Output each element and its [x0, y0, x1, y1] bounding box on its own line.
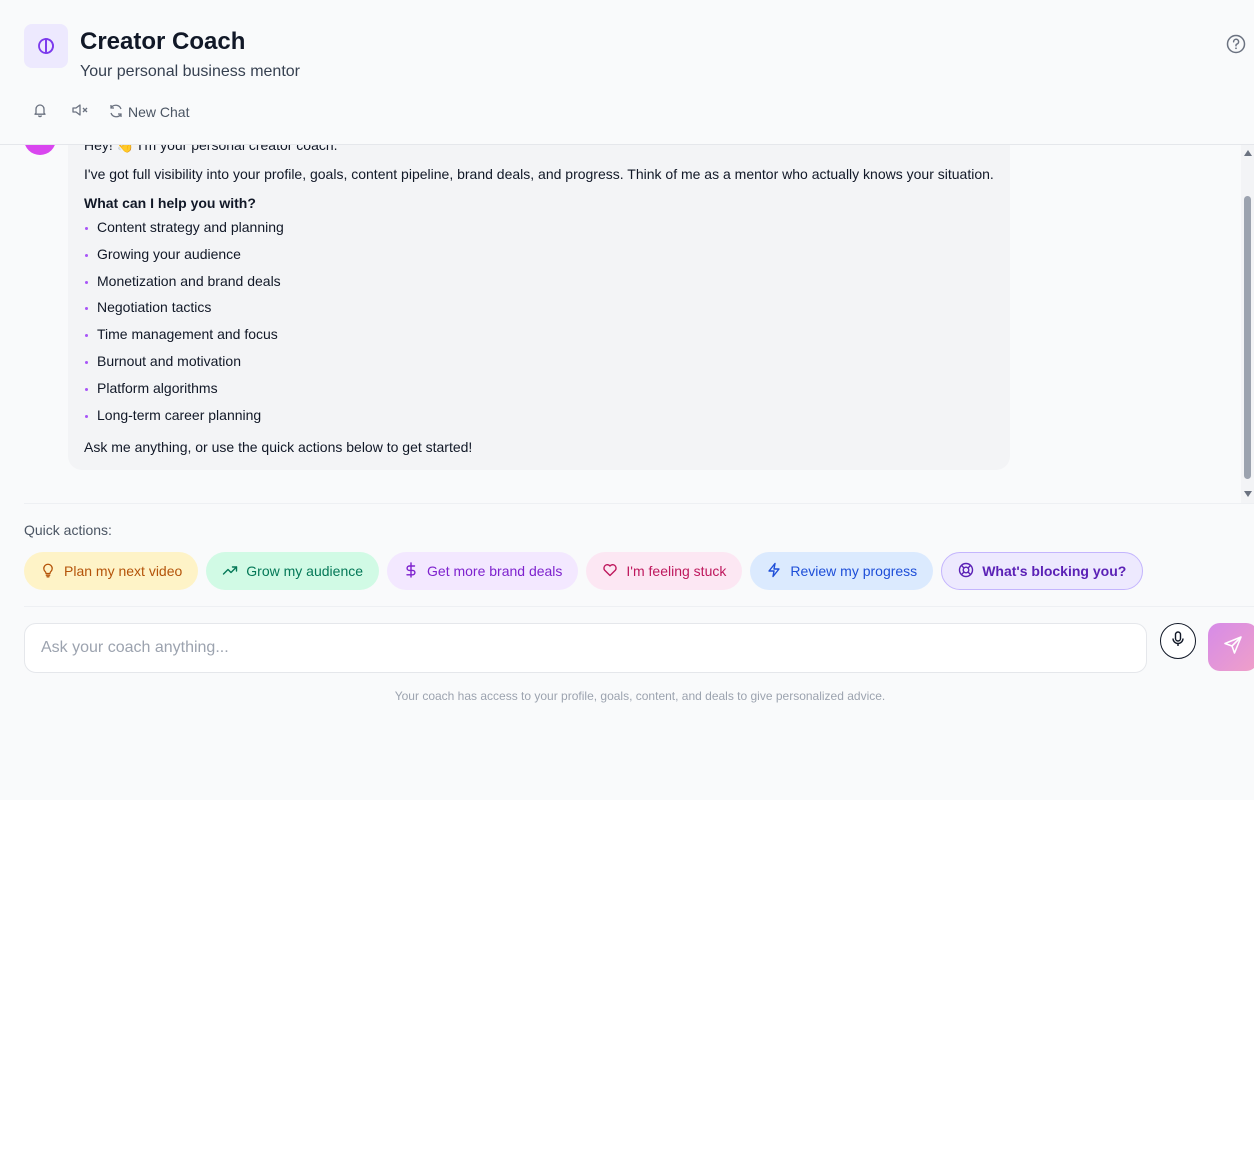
logo-icon: [24, 24, 68, 68]
divider: [24, 606, 1254, 607]
quick-action-brand-deals[interactable]: Get more brand deals: [387, 552, 579, 590]
mute-button[interactable]: [64, 98, 96, 126]
page-title: Creator Coach: [80, 28, 246, 55]
quick-action-review-progress[interactable]: Review my progress: [750, 552, 934, 590]
dollar-icon: [403, 561, 419, 581]
scroll-up-arrow-icon[interactable]: [1244, 150, 1252, 156]
refresh-icon: [108, 103, 124, 122]
scroll-down-arrow-icon[interactable]: [1244, 491, 1252, 497]
chat-messages: Hey! 👋 I'm your personal creator coach. …: [0, 145, 1254, 503]
mic-icon: [1171, 630, 1185, 652]
quick-action-plan-video[interactable]: Plan my next video: [24, 552, 199, 590]
scrollbar-thumb[interactable]: [1244, 196, 1251, 479]
header: Creator Coach Your personal business men…: [0, 0, 1254, 145]
lightning-icon: [766, 562, 782, 581]
creator-coach-app: Creator Coach Your personal business men…: [0, 0, 1254, 800]
page-subtitle: Your personal business mentor: [80, 63, 300, 80]
composer-footnote: Your coach has access to your profile, g…: [394, 689, 886, 703]
list-item: Negotiation tactics: [84, 297, 284, 324]
message-intro: I've got full visibility into your profi…: [84, 166, 994, 182]
send-button[interactable]: [1208, 623, 1254, 671]
quick-action-label: What's blocking you?: [982, 563, 1127, 579]
quick-actions: Plan my next video Grow my audience Get …: [24, 552, 1144, 590]
quick-action-label: Plan my next video: [64, 563, 183, 579]
message-outro: Ask me anything, or use the quick action…: [84, 439, 473, 455]
list-item: Content strategy and planning: [84, 217, 284, 244]
send-icon: [1223, 635, 1243, 660]
quick-action-label: Get more brand deals: [427, 563, 563, 579]
assistant-message: Hey! 👋 I'm your personal creator coach. …: [68, 145, 1010, 470]
quick-action-whats-blocking[interactable]: What's blocking you?: [941, 552, 1144, 590]
header-toolbar: New Chat: [24, 98, 189, 126]
trending-up-icon: [222, 562, 238, 581]
list-item: Monetization and brand deals: [84, 271, 284, 298]
list-item: Long-term career planning: [84, 405, 284, 432]
list-item: Platform algorithms: [84, 378, 284, 405]
list-item: Burnout and motivation: [84, 351, 284, 378]
new-chat-label: New Chat: [128, 104, 190, 120]
divider: [24, 503, 1254, 504]
lightbulb-icon: [40, 562, 56, 581]
lifebuoy-icon: [958, 562, 974, 581]
heart-icon: [602, 562, 618, 581]
quick-actions-label: Quick actions:: [24, 522, 112, 538]
quick-action-label: Grow my audience: [246, 563, 364, 579]
bell-icon: [32, 102, 48, 123]
list-item: Time management and focus: [84, 324, 284, 351]
volume-mute-icon: [71, 102, 89, 123]
quick-action-feeling-stuck[interactable]: I'm feeling stuck: [586, 552, 743, 590]
help-circle-icon[interactable]: [1226, 34, 1246, 54]
message-help-heading: What can I help you with?: [84, 195, 256, 211]
new-chat-button[interactable]: New Chat: [108, 98, 189, 126]
topic-list: Content strategy and planning Growing yo…: [84, 217, 284, 431]
quick-action-grow-audience[interactable]: Grow my audience: [206, 552, 380, 590]
notifications-button[interactable]: [24, 98, 56, 126]
message-input[interactable]: [24, 623, 1147, 673]
avatar: [24, 145, 56, 155]
message-greeting: Hey! 👋 I'm your personal creator coach.: [84, 145, 338, 153]
chat-scrollbar[interactable]: [1241, 145, 1254, 503]
quick-action-label: I'm feeling stuck: [626, 563, 727, 579]
quick-action-label: Review my progress: [790, 563, 918, 579]
list-item: Growing your audience: [84, 244, 284, 271]
voice-input-button[interactable]: [1160, 623, 1196, 659]
